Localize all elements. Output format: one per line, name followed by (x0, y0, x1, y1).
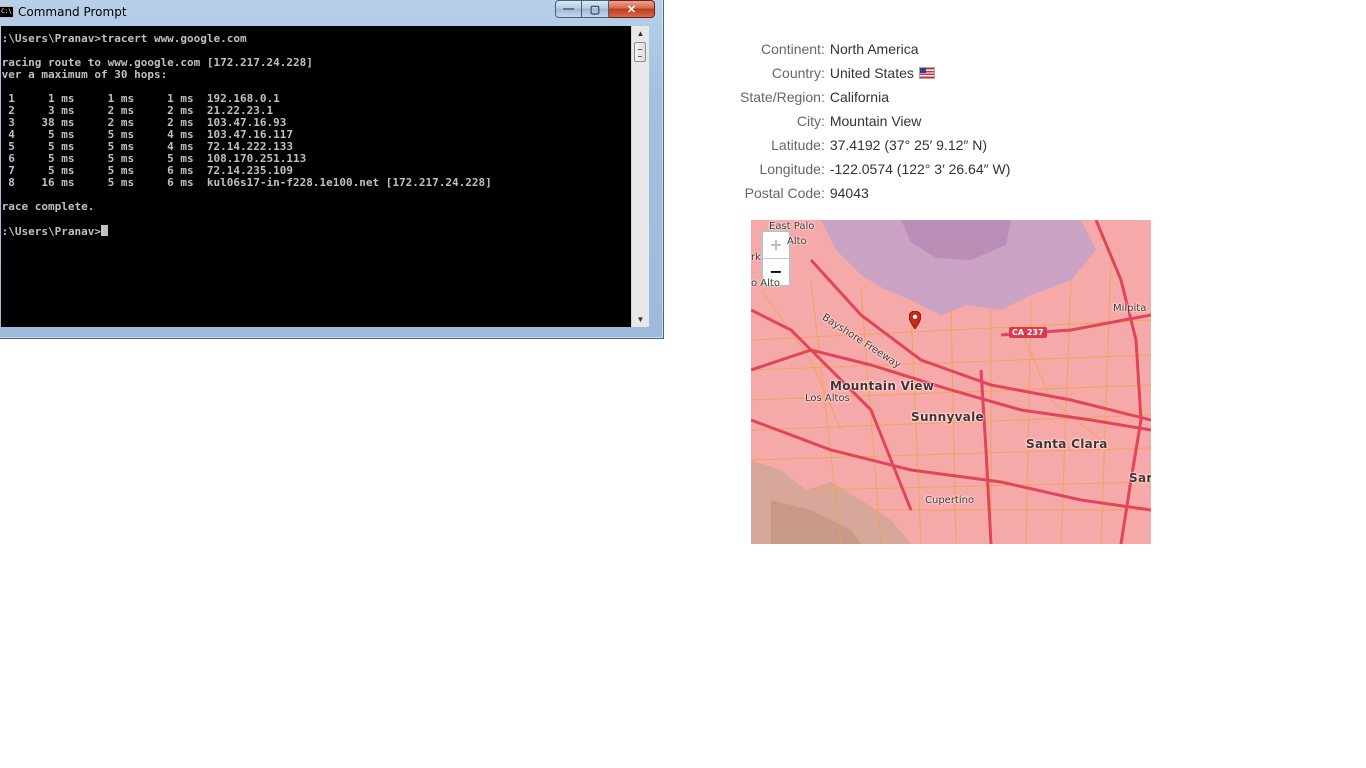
continent-value: North America (829, 41, 919, 57)
table-row: Continent: North America (740, 37, 1010, 61)
cmd-app-icon[interactable]: C:\ (0, 6, 14, 18)
window-controls: — ▢ ✕ (555, 0, 655, 18)
country-value: United States (829, 65, 914, 81)
command-prompt-window[interactable]: C:\ Command Prompt — ▢ ✕ C:\Users\Pranav… (0, 0, 664, 339)
country-label: Country: (771, 65, 825, 81)
console-prompt: C:\Users\Pranav> (1, 225, 101, 238)
console-text: C:\Users\Pranav>tracert www.google.com T… (1, 33, 492, 238)
hop-row: 8 16 ms 5 ms 6 ms kul06s17-in-f228.1e100… (1, 176, 492, 189)
console-output[interactable]: C:\Users\Pranav>tracert www.google.com T… (1, 26, 631, 327)
city-value: Mountain View (829, 113, 922, 129)
map-label-los-altos: Los Altos (805, 393, 850, 404)
map-label-sunnyvale: Sunnyvale (911, 410, 984, 424)
maximize-button[interactable]: ▢ (582, 0, 609, 18)
scroll-down-arrow-icon[interactable]: ▼ (633, 312, 648, 327)
state-label: State/Region: (740, 89, 825, 105)
cmd-titlebar[interactable]: C:\ Command Prompt — ▢ ✕ (0, 0, 663, 25)
postal-code-value: 94043 (829, 185, 869, 201)
state-value: California (829, 89, 889, 105)
map-label-east-palo-alto-2: Alto (787, 236, 807, 247)
console-max-hops-line: over a maximum of 30 hops: (1, 68, 168, 81)
text-cursor (100, 225, 108, 236)
map-label-palo-alto-edge: o Alto (751, 278, 780, 289)
map-label-santa-clara: Santa Clara (1026, 437, 1108, 451)
location-map[interactable]: + − East Palo Alto rk o Alto Bayshore Fr… (751, 220, 1151, 544)
console-command-line: C:\Users\Pranav>tracert www.google.com (1, 32, 247, 45)
table-row: City: Mountain View (740, 109, 1010, 133)
cmd-window-title: Command Prompt (18, 5, 127, 19)
close-button[interactable]: ✕ (609, 0, 655, 18)
table-row: State/Region: California (740, 85, 1010, 109)
city-label: City: (796, 113, 825, 129)
table-row: Postal Code: 94043 (740, 181, 1010, 205)
location-marker-icon[interactable] (909, 311, 921, 329)
minimize-button[interactable]: — (555, 0, 582, 18)
scroll-up-arrow-icon[interactable]: ▲ (633, 26, 648, 41)
postal-code-label: Postal Code: (744, 185, 825, 201)
longitude-label: Longitude: (759, 161, 825, 177)
country-value-cell: United States (830, 61, 1011, 85)
longitude-value: -122.0574 (122° 3′ 26.64″ W) (829, 161, 1011, 177)
latitude-label: Latitude: (771, 137, 825, 153)
map-label-san-edge: Sar (1129, 471, 1151, 485)
latitude-value: 37.4192 (37° 25′ 9.12″ N) (829, 137, 988, 153)
ca-237-shield: CA 237 (1009, 327, 1047, 338)
console-scrollbar[interactable]: ▲ ▼ (631, 26, 649, 327)
table-row: Longitude: -122.0574 (122° 3′ 26.64″ W) (740, 157, 1010, 181)
us-flag-icon (918, 67, 935, 79)
table-row: Country: United States (740, 61, 1010, 85)
map-label-east-palo-alto: East Palo (769, 221, 815, 232)
continent-label: Continent: (761, 41, 825, 57)
scrollbar-thumb[interactable] (634, 42, 646, 62)
map-label-cupertino: Cupertino (925, 495, 975, 506)
trace-complete-line: Trace complete. (1, 200, 95, 213)
zoom-in-button[interactable]: + (763, 232, 789, 259)
table-row: Latitude: 37.4192 (37° 25′ 9.12″ N) (740, 133, 1010, 157)
map-label-park-edge: rk (751, 252, 761, 263)
geo-info-table: Continent: North America Country: United… (740, 37, 1010, 205)
map-label-milpitas-edge: Milpita (1113, 303, 1147, 314)
map-label-mountain-view: Mountain View (830, 379, 935, 393)
